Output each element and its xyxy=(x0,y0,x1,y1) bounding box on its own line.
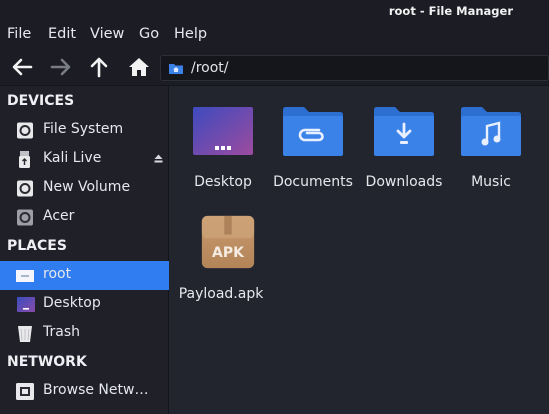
back-button[interactable] xyxy=(9,54,35,80)
sidebar-item-browse-network[interactable]: Browse Netw… xyxy=(0,377,169,406)
sidebar-header-devices: DEVICES xyxy=(7,93,75,109)
file-item-label: Payload.apk xyxy=(178,286,264,302)
sidebar-item-label: Trash xyxy=(43,324,80,340)
menu-edit[interactable]: Edit xyxy=(48,26,76,42)
location-path: /root/ xyxy=(191,60,229,76)
location-bar[interactable]: /root/ xyxy=(160,55,549,81)
sidebar-item-acer[interactable]: Acer xyxy=(0,203,169,232)
network-icon xyxy=(16,383,34,400)
apk-badge: APK xyxy=(212,245,245,261)
menu-view[interactable]: View xyxy=(90,26,124,42)
drive-icon xyxy=(17,180,33,197)
arrow-left-icon xyxy=(12,58,33,76)
drive-icon xyxy=(17,209,33,226)
usb-drive-icon xyxy=(19,151,30,168)
home-folder-icon xyxy=(169,64,183,74)
menu-go[interactable]: Go xyxy=(139,26,159,42)
file-item-payload-apk[interactable]: APK Payload.apk xyxy=(179,206,274,302)
music-folder-icon xyxy=(461,107,521,156)
home-folder-icon xyxy=(16,270,34,282)
arrow-right-icon xyxy=(50,58,71,76)
sidebar-item-label: File System xyxy=(43,121,124,137)
sidebar-item-label: root xyxy=(43,266,72,282)
sidebar-item-label: Acer xyxy=(43,208,75,224)
apk-package-icon: APK xyxy=(201,215,255,269)
sidebar-item-root[interactable]: root xyxy=(0,261,169,290)
menu-bar: File Edit View Go Help xyxy=(0,22,549,48)
home-button[interactable] xyxy=(126,54,152,80)
file-item-label: Music xyxy=(471,174,511,190)
file-item-desktop[interactable]: Desktop xyxy=(178,94,268,190)
sidebar-item-label: Browse Netw… xyxy=(43,382,149,398)
menu-file[interactable]: File xyxy=(7,26,31,42)
arrow-up-icon xyxy=(90,57,108,78)
desktop-icon xyxy=(17,297,35,312)
sidebar-item-desktop[interactable]: Desktop xyxy=(0,290,169,319)
file-item-downloads[interactable]: Downloads xyxy=(359,94,449,190)
sidebar-item-label: Desktop xyxy=(43,295,101,311)
sidebar-item-trash[interactable]: Trash xyxy=(0,319,169,348)
sidebar-item-file-system[interactable]: File System xyxy=(0,116,169,145)
window-title: root - File Manager xyxy=(388,4,513,18)
downloads-folder-icon xyxy=(374,107,434,156)
trash-icon xyxy=(18,326,32,342)
home-icon xyxy=(129,58,149,76)
forward-button[interactable] xyxy=(48,54,74,80)
eject-icon[interactable] xyxy=(154,154,163,163)
sidebar-item-kali-live[interactable]: Kali Live xyxy=(0,145,169,174)
up-button[interactable] xyxy=(86,54,112,80)
file-item-documents[interactable]: Documents xyxy=(268,94,358,190)
title-bar: root - File Manager xyxy=(0,0,549,22)
drive-icon xyxy=(17,122,33,139)
sidebar-header-places: PLACES xyxy=(7,238,67,254)
file-view[interactable]: Desktop Documents Downloads Music APK Pa… xyxy=(170,86,549,414)
sidebar-item-new-volume[interactable]: New Volume xyxy=(0,174,169,203)
sidebar-item-label: New Volume xyxy=(43,179,131,195)
sidebar: DEVICES File System Kali Live New Volume… xyxy=(0,86,169,414)
menu-help[interactable]: Help xyxy=(174,26,207,42)
desktop-folder-icon xyxy=(193,107,253,155)
sidebar-item-label: Kali Live xyxy=(43,150,102,166)
file-item-music[interactable]: Music xyxy=(446,94,536,190)
documents-folder-icon xyxy=(283,107,343,156)
sidebar-header-network: NETWORK xyxy=(7,354,87,370)
